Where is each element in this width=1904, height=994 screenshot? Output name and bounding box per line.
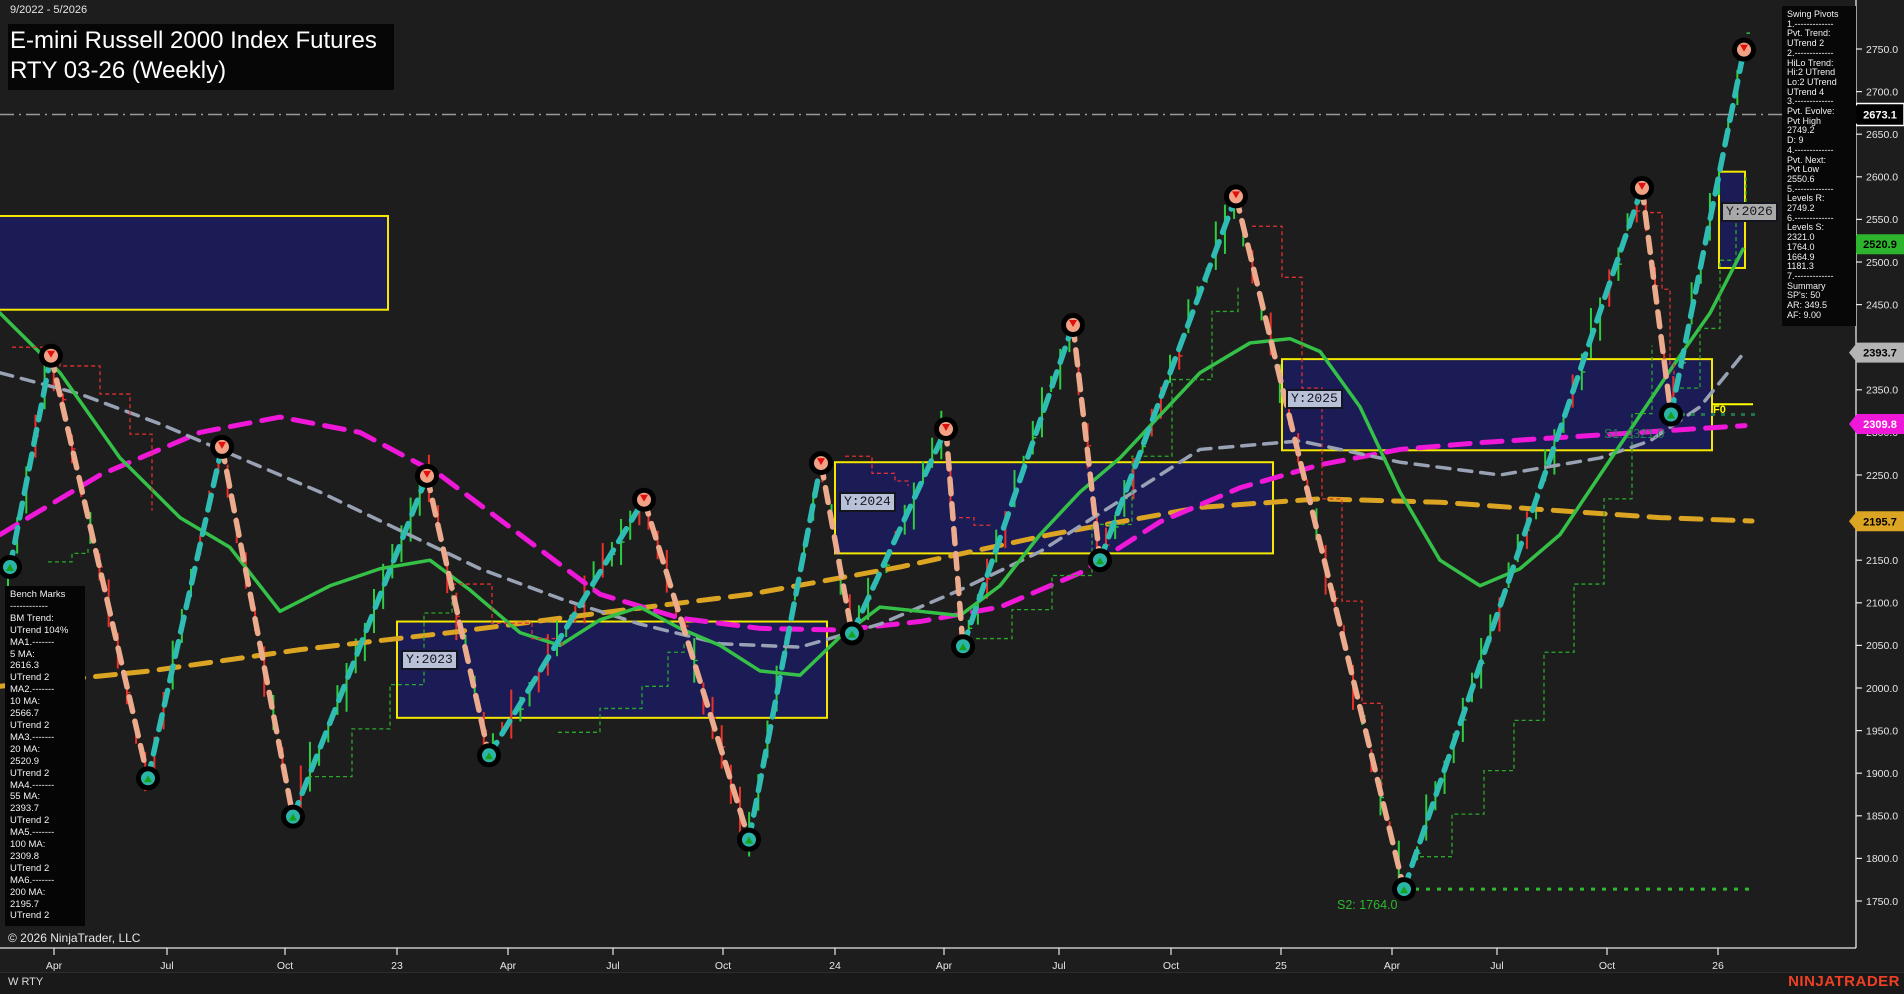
x-tick-label: Oct [1163, 960, 1179, 972]
x-tick-label: Jul [1490, 960, 1503, 972]
y-tick-label: 2050.0 [1866, 640, 1898, 652]
x-tick-label: 25 [1275, 960, 1287, 972]
year-label: Y:2023 [401, 650, 458, 670]
y-tick-label: 2650.0 [1866, 129, 1898, 141]
y-tick-label: 1850.0 [1866, 811, 1898, 823]
y-tick-label: 2450.0 [1866, 299, 1898, 311]
level-label-s2: S2: 1764.0 [1337, 898, 1397, 912]
y-tick-label: 2550.0 [1866, 214, 1898, 226]
price-marker-label: 2520.9 [1863, 239, 1897, 251]
price-marker-label: 2195.7 [1863, 516, 1897, 528]
price-marker-label: 2673.1 [1863, 110, 1897, 122]
x-tick-label: Oct [715, 960, 731, 972]
y-tick-label: 2600.0 [1866, 172, 1898, 184]
x-tick-label: Oct [277, 960, 293, 972]
y-tick-label: 1900.0 [1866, 768, 1898, 780]
level-label-s1: S1: 2321.0 [1604, 427, 1664, 441]
y-tick-label: 2350.0 [1866, 385, 1898, 397]
y-tick-label: 2250.0 [1866, 470, 1898, 482]
x-tick-label: Apr [500, 960, 517, 972]
chart-canvas[interactable]: 2750.0 2700.0 2650.0 2600.0 2550.0 2500.0 2450… [0, 0, 1904, 994]
x-tick-label: 24 [829, 960, 841, 972]
y-tick-label: 2000.0 [1866, 683, 1898, 695]
title-line-2: RTY 03-26 (Weekly) [10, 56, 388, 86]
x-tick-label: Apr [936, 960, 953, 972]
y-tick-label: 2100.0 [1866, 598, 1898, 610]
x-tick-label: Jul [606, 960, 619, 972]
y-tick-label: 1800.0 [1866, 853, 1898, 865]
x-tick-label: Oct [1599, 960, 1615, 972]
x-tick-label: Jul [160, 960, 173, 972]
price-marker-label: 2309.8 [1863, 419, 1897, 431]
year-range-box [0, 216, 388, 310]
y-tick-label: 2150.0 [1866, 555, 1898, 567]
y-tick-label: 1950.0 [1866, 725, 1898, 737]
swing-pivots-panel: Swing Pivots 1.------------- Pvt. Trend:… [1782, 6, 1856, 326]
tab-w-rty[interactable]: W RTY [8, 976, 43, 988]
ninjatrader-logo: NINJATRADER [1788, 973, 1900, 990]
x-tick-label: 26 [1712, 960, 1724, 972]
year-label: Y:2026 [1721, 202, 1778, 222]
y-tick-label: 2750.0 [1866, 44, 1898, 56]
ninjatrader-chart-window: 2750.0 2700.0 2650.0 2600.0 2550.0 2500.0 2450… [0, 0, 1904, 994]
x-tick-label: Jul [1052, 960, 1065, 972]
y-tick-label: 2500.0 [1866, 257, 1898, 269]
copyright-text: © 2026 NinjaTrader, LLC [8, 931, 140, 945]
x-tick-label: Apr [1384, 960, 1401, 972]
bench-marks-panel: Bench Marks ------------ BM Trend: UTren… [5, 586, 85, 926]
tab-strip [0, 972, 1904, 994]
x-tick-label: Apr [46, 960, 63, 972]
date-range: 9/2022 - 5/2026 [10, 4, 87, 16]
year-label: Y:2024 [839, 492, 896, 512]
level-label-f0: F0 [1713, 404, 1726, 416]
chart-title: E-mini Russell 2000 Index Futures RTY 03… [8, 24, 394, 90]
x-tick-label: 23 [391, 960, 403, 972]
y-tick-label: 2700.0 [1866, 86, 1898, 98]
y-tick-label: 1750.0 [1866, 896, 1898, 908]
price-marker-label: 2393.7 [1863, 348, 1897, 360]
year-label: Y:2025 [1286, 389, 1343, 409]
title-line-1: E-mini Russell 2000 Index Futures [10, 26, 388, 56]
